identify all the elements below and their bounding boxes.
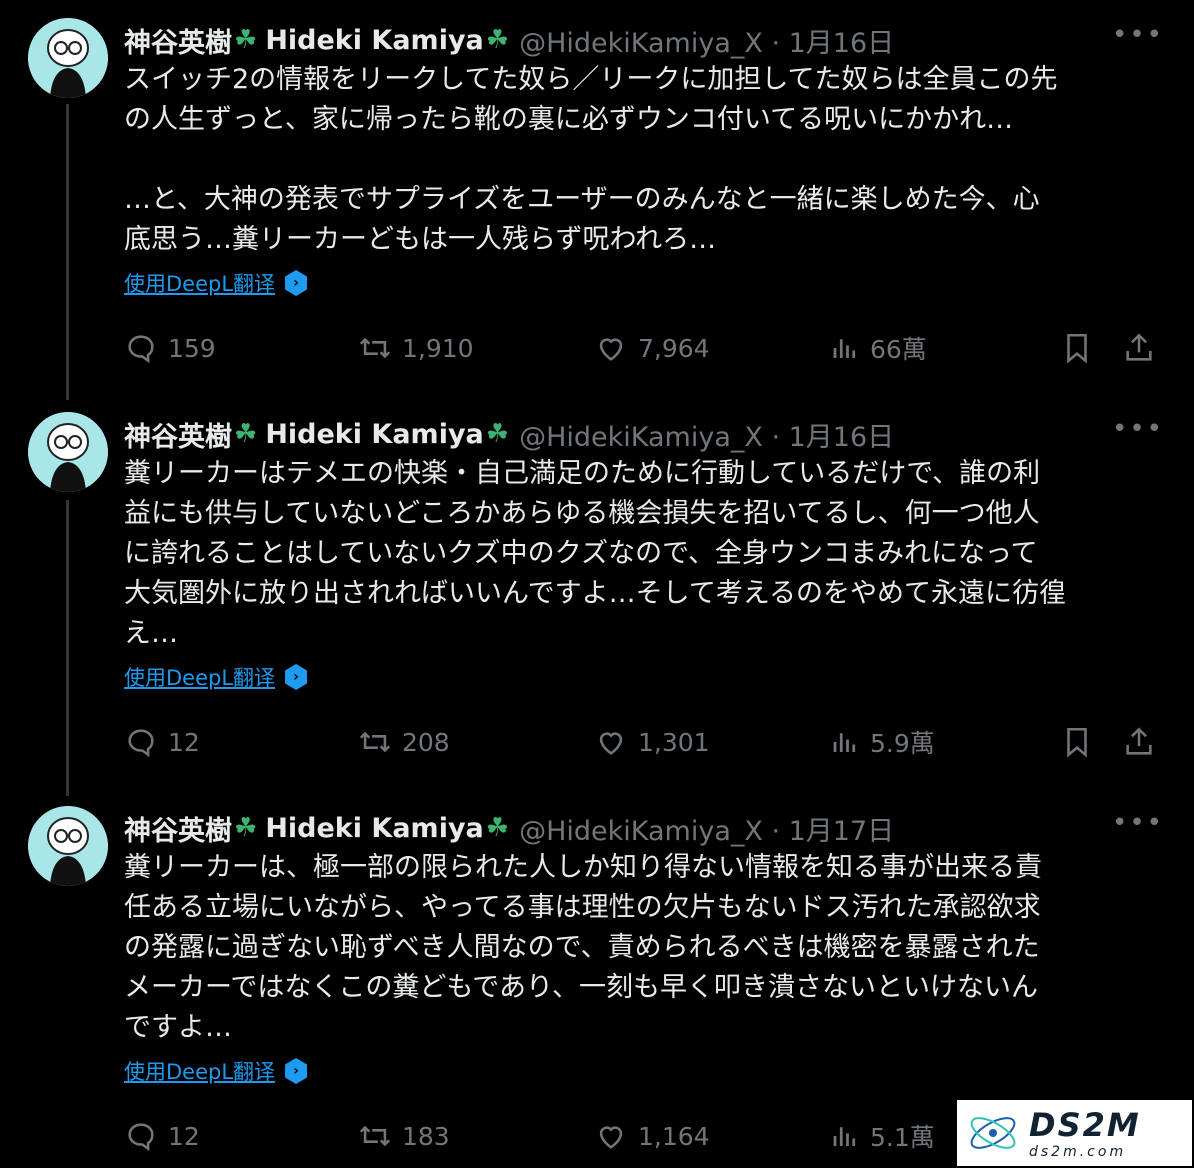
author-name-en[interactable]: Hideki Kamiya xyxy=(265,813,483,844)
like-icon xyxy=(599,338,623,361)
like-count: 1,301 xyxy=(638,727,710,757)
share-button[interactable] xyxy=(1122,722,1156,762)
retweet-count: 208 xyxy=(402,727,450,757)
translate-label[interactable]: 使用DeepL翻译 xyxy=(124,1056,275,1086)
clover-icon: ☘ xyxy=(234,419,258,449)
avatar[interactable] xyxy=(28,412,108,492)
deepl-icon: › xyxy=(285,270,308,296)
deepl-icon: › xyxy=(285,664,308,690)
avatar[interactable] xyxy=(28,18,108,98)
handle-date[interactable]: @HidekiKamiya_X · 1月17日 xyxy=(519,809,894,848)
more-icon[interactable]: ••• xyxy=(1112,808,1164,838)
reply-button[interactable]: 159 xyxy=(124,328,216,368)
clover-icon: ☘ xyxy=(485,25,510,55)
like-button[interactable]: 7,964 xyxy=(594,328,710,368)
action-bar: 12 208 1,301 5.9萬 xyxy=(124,722,1164,762)
like-count: 1,164 xyxy=(638,1121,710,1151)
bookmark-button[interactable] xyxy=(1060,328,1094,368)
translate-label[interactable]: 使用DeepL翻译 xyxy=(124,662,275,692)
retweet-count: 1,910 xyxy=(402,333,474,363)
like-count: 7,964 xyxy=(638,333,710,363)
deepl-icon: › xyxy=(285,1058,308,1084)
reply-icon xyxy=(128,335,154,364)
like-icon xyxy=(599,1126,623,1149)
reply-button[interactable]: 12 xyxy=(124,722,200,762)
clover-icon: ☘ xyxy=(485,419,510,449)
tweet-header: 神谷英樹 ☘ Hideki Kamiya ☘ @HidekiKamiya_X ·… xyxy=(124,414,1164,454)
bookmark-button[interactable] xyxy=(1060,722,1094,762)
tweet[interactable]: 神谷英樹 ☘ Hideki Kamiya ☘ @HidekiKamiya_X ·… xyxy=(0,412,1194,792)
tweet-header: 神谷英樹 ☘ Hideki Kamiya ☘ @HidekiKamiya_X ·… xyxy=(124,20,1164,60)
avatar-illustration xyxy=(28,412,108,492)
translate-link[interactable]: 使用DeepL翻译 › xyxy=(124,662,308,692)
reply-button[interactable]: 12 xyxy=(124,1116,200,1156)
tweet-text: 糞リーカーはテメエの快楽・自己満足のために行動しているだけで、誰の利 益にも供与… xyxy=(124,458,1067,649)
like-button[interactable]: 1,301 xyxy=(594,722,710,762)
author-name-en[interactable]: Hideki Kamiya xyxy=(265,25,483,56)
views-icon xyxy=(833,733,856,752)
tweet-header: 神谷英樹 ☘ Hideki Kamiya ☘ @HidekiKamiya_X ·… xyxy=(124,808,1164,848)
views-count: 5.9萬 xyxy=(870,729,935,758)
reply-icon xyxy=(128,1123,154,1152)
views-count: 66萬 xyxy=(870,335,927,364)
watermark-url: ds2m.com xyxy=(1029,1144,1127,1160)
views-icon xyxy=(833,339,856,358)
watermark: DS2M ds2m.com xyxy=(957,1100,1192,1166)
clover-icon: ☘ xyxy=(485,813,510,843)
like-button[interactable]: 1,164 xyxy=(594,1116,710,1156)
share-icon xyxy=(1126,727,1152,755)
clover-icon: ☘ xyxy=(234,813,258,843)
tweet-text: スイッチ2の情報をリークしてた奴ら／リークに加担してた奴らは全員この先 の人生ず… xyxy=(124,64,1058,255)
retweet-button[interactable]: 183 xyxy=(358,1116,450,1156)
handle-date[interactable]: @HidekiKamiya_X · 1月16日 xyxy=(519,415,894,454)
retweet-button[interactable]: 1,910 xyxy=(358,328,474,368)
avatar-illustration xyxy=(28,806,108,886)
views-button[interactable]: 66萬 xyxy=(830,328,927,368)
share-icon xyxy=(1126,333,1152,361)
watermark-logo-icon xyxy=(970,1117,1016,1149)
like-icon xyxy=(599,732,623,755)
reply-count: 12 xyxy=(168,727,200,757)
views-icon xyxy=(833,1127,856,1146)
clover-icon: ☘ xyxy=(234,25,258,55)
author-name[interactable]: 神谷英樹 xyxy=(124,809,232,848)
retweet-icon xyxy=(359,1125,391,1147)
avatar-illustration xyxy=(28,18,108,98)
retweet-button[interactable]: 208 xyxy=(358,722,450,762)
views-button[interactable]: 5.1萬 xyxy=(830,1116,935,1156)
retweet-count: 183 xyxy=(402,1121,450,1151)
tweet[interactable]: 神谷英樹 ☘ Hideki Kamiya ☘ @HidekiKamiya_X ·… xyxy=(0,18,1194,398)
reply-count: 12 xyxy=(168,1121,200,1151)
watermark-logo-text: DS2M xyxy=(1029,1106,1141,1144)
reply-count: 159 xyxy=(168,333,216,363)
views-count: 5.1萬 xyxy=(870,1123,935,1152)
translate-link[interactable]: 使用DeepL翻译 › xyxy=(124,1056,308,1086)
more-icon[interactable]: ••• xyxy=(1112,20,1164,50)
handle-date[interactable]: @HidekiKamiya_X · 1月16日 xyxy=(519,21,894,60)
author-name[interactable]: 神谷英樹 xyxy=(124,21,232,60)
bookmark-icon xyxy=(1067,333,1087,364)
views-button[interactable]: 5.9萬 xyxy=(830,722,935,762)
share-button[interactable] xyxy=(1122,328,1156,368)
translate-label[interactable]: 使用DeepL翻译 xyxy=(124,268,275,298)
retweet-icon xyxy=(359,731,391,753)
tweet-text: 糞リーカーは、極一部の限られた人しか知り得ない情報を知る事が出来る責 任ある立場… xyxy=(124,852,1042,1043)
bookmark-icon xyxy=(1067,727,1087,758)
avatar[interactable] xyxy=(28,806,108,886)
reply-icon xyxy=(128,729,154,758)
action-bar: 159 1,910 7,964 66萬 xyxy=(124,328,1164,368)
author-name[interactable]: 神谷英樹 xyxy=(124,415,232,454)
author-name-en[interactable]: Hideki Kamiya xyxy=(265,419,483,450)
translate-link[interactable]: 使用DeepL翻译 › xyxy=(124,268,308,298)
retweet-icon xyxy=(359,337,391,359)
more-icon[interactable]: ••• xyxy=(1112,414,1164,444)
